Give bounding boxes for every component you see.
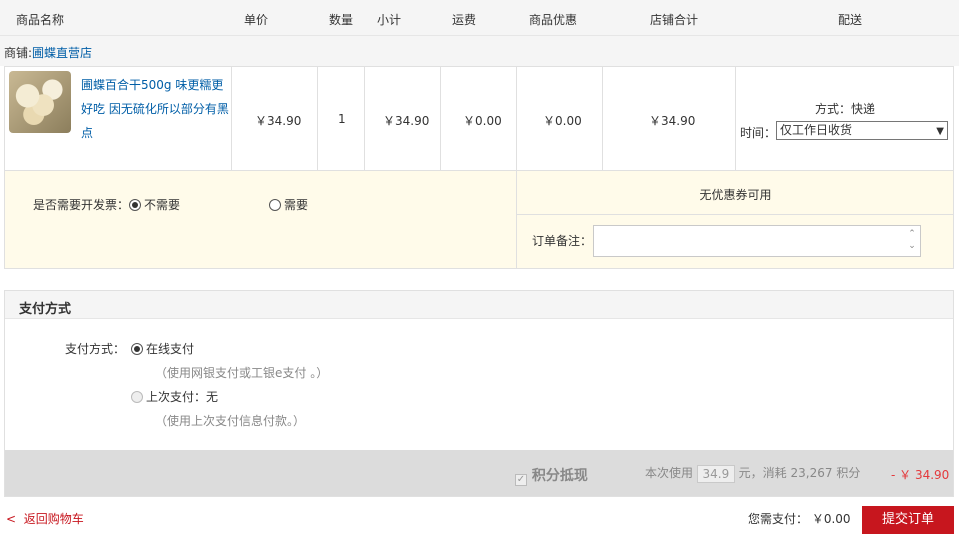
quantity: 1 xyxy=(338,112,346,126)
product-row: 圃蝶百合干500g 味更糯更好吃 因无硫化所以部分有黑点 ￥34.90 1 ￥3… xyxy=(4,66,954,171)
payment-last-hint: （使用上次支付信息付款。） xyxy=(155,414,306,428)
remark-input[interactable]: ⌃ ⌄ xyxy=(593,225,921,257)
unit-price: ￥34.90 xyxy=(255,114,302,128)
subtotal-cell: ￥34.90 xyxy=(365,67,441,170)
points-use-prefix: 本次使用 xyxy=(645,466,694,480)
payment-section: 支付方式 支付方式： 在线支付 （使用网银支付或工银e支付 。） 上次支付：无 … xyxy=(4,290,954,497)
shop-row: 商铺:圃蝶直营店 xyxy=(0,36,959,66)
payment-last-label[interactable]: 上次支付：无 xyxy=(146,390,218,404)
invoice-yes-label[interactable]: 需要 xyxy=(284,198,308,212)
points-bar: ✓ 积分抵现 本次使用 34.9 元，消耗 23,267 积分 - ￥ 34.9… xyxy=(5,450,953,496)
discount-cell: ￥0.00 xyxy=(517,67,603,170)
shop-total: ￥34.90 xyxy=(649,114,696,128)
invoice-no-radio[interactable] xyxy=(129,199,142,211)
payment-last-radio[interactable] xyxy=(131,391,143,403)
points-amount-input[interactable]: 34.9 xyxy=(696,464,735,483)
product-thumbnail[interactable] xyxy=(9,71,71,133)
product-name-link[interactable]: 圃蝶百合干500g 味更糯更好吃 因无硫化所以部分有黑点 xyxy=(81,73,231,145)
invoice-coupon-panel: 是否需要开发票： 不需要 需要 无优惠券可用 订单备注： ⌃ ⌄ xyxy=(4,171,954,269)
coupon-status: 无优惠券可用 xyxy=(699,188,772,202)
header-freight: 运费 xyxy=(452,13,477,27)
payment-online-radio[interactable] xyxy=(131,343,143,355)
shipping-method: 方式：快递 xyxy=(814,102,875,116)
invoice-question-label: 是否需要开发票： xyxy=(33,198,130,212)
shop-link[interactable]: 圃蝶直营店 xyxy=(32,46,92,60)
header-product-name: 商品名称 xyxy=(16,13,65,27)
header-unit-price: 单价 xyxy=(244,13,269,27)
submit-order-button[interactable]: 提交订单 xyxy=(862,506,954,534)
shop-total-cell: ￥34.90 xyxy=(603,67,736,170)
shipping-time-value: 仅工作日收货 xyxy=(780,123,853,137)
remark-label: 订单备注： xyxy=(532,234,593,248)
shipping-time-select[interactable]: 仅工作日收货 ▼ xyxy=(776,121,948,140)
invoice-no-label[interactable]: 不需要 xyxy=(144,198,180,212)
payment-online-label[interactable]: 在线支付 xyxy=(146,342,194,356)
invoice-question: 是否需要开发票： 不需要 xyxy=(33,196,180,213)
coupon-divider xyxy=(517,214,954,215)
points-use-suffix: 元，消耗 xyxy=(738,466,787,480)
amount-due-value: ￥0.00 xyxy=(811,512,851,526)
cart-table-header: 商品名称 单价 数量 小计 运费 商品优惠 店铺合计 配送 xyxy=(0,0,959,36)
qty-cell: 1 xyxy=(318,67,365,170)
shipping-time-label: 时间： xyxy=(740,126,777,140)
points-deduction: - ￥ 34.90 xyxy=(891,468,950,482)
product-discount: ￥0.00 xyxy=(543,114,582,128)
freight: ￥0.00 xyxy=(463,114,502,128)
points-toggle[interactable]: ✓ 积分抵现 xyxy=(515,465,588,486)
product-cell: 圃蝶百合干500g 味更糯更好吃 因无硫化所以部分有黑点 xyxy=(5,67,232,170)
freight-cell: ￥0.00 xyxy=(441,67,517,170)
header-delivery: 配送 xyxy=(838,13,863,27)
back-to-cart-link[interactable]: < 返回购物车 xyxy=(6,510,84,527)
payment-section-header: 支付方式 xyxy=(5,291,953,319)
payment-section-title: 支付方式 xyxy=(19,302,72,317)
points-checkbox[interactable]: ✓ xyxy=(515,474,527,486)
invoice-yes-radio[interactable] xyxy=(269,199,281,211)
shop-label: 商铺:圃蝶直营店 xyxy=(4,44,92,61)
header-shop-total: 店铺合计 xyxy=(650,13,699,27)
remark-scroll-arrows[interactable]: ⌃ ⌄ xyxy=(906,228,918,252)
amount-due-label: 您需支付： xyxy=(748,512,809,526)
shop-prefix: 商铺: xyxy=(4,46,33,60)
payment-online-hint: （使用网银支付或工银e支付 。） xyxy=(155,366,329,380)
delivery-cell: 方式：快递 时间： 仅工作日收货 ▼ xyxy=(736,67,953,170)
back-to-cart-label: 返回购物车 xyxy=(23,512,84,526)
points-consume-unit: 积分 xyxy=(836,466,861,480)
points-label: 积分抵现 xyxy=(531,468,588,484)
points-usage: 本次使用 34.9 元，消耗 23,267 积分 xyxy=(645,464,860,483)
chevron-down-icon: ▼ xyxy=(936,126,944,137)
points-consume-value: 23,267 xyxy=(790,466,833,480)
amount-due: 您需支付： ￥0.00 xyxy=(748,510,851,527)
invoice-yes-option[interactable]: 需要 xyxy=(269,196,308,213)
price-cell: ￥34.90 xyxy=(232,67,318,170)
payment-online-option[interactable]: 在线支付 xyxy=(131,340,194,357)
payment-last-option[interactable]: 上次支付：无 xyxy=(131,388,218,405)
header-subtotal: 小计 xyxy=(377,13,402,27)
header-discount: 商品优惠 xyxy=(529,13,578,27)
subtotal: ￥34.90 xyxy=(383,114,430,128)
header-quantity: 数量 xyxy=(329,13,354,27)
payment-method-label: 支付方式： xyxy=(65,342,126,356)
back-arrow-icon: < xyxy=(6,512,17,526)
